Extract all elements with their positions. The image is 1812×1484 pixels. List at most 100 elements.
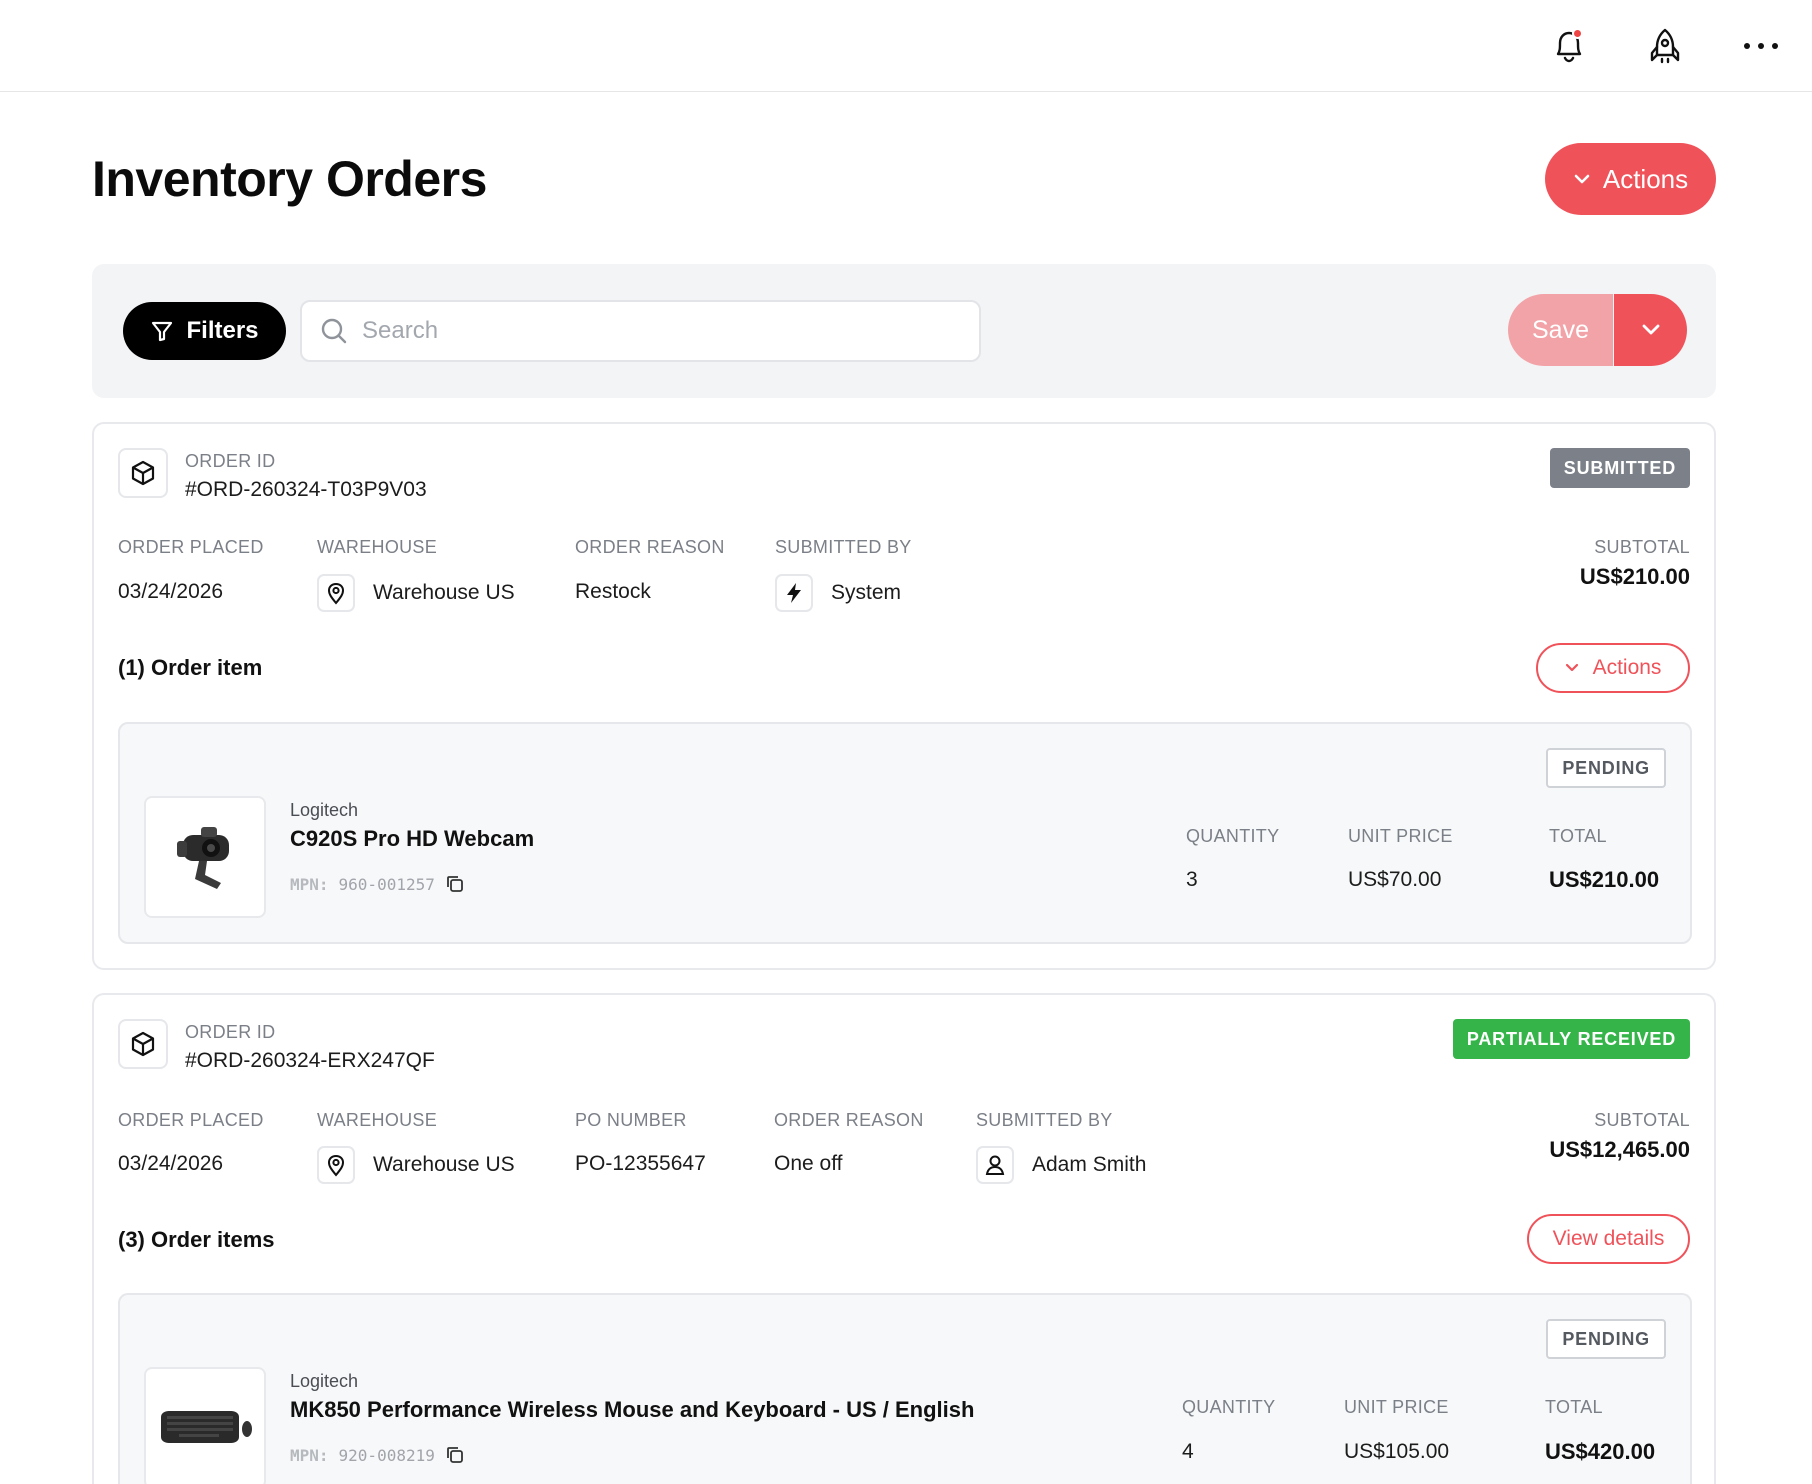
mpn-value: 960-001257: [338, 874, 435, 894]
package-icon: [131, 1031, 155, 1057]
order-reason-value: Restock: [575, 580, 651, 603]
filter-icon: [152, 321, 173, 342]
order-id: #ORD-260324-T03P9V03: [185, 478, 427, 501]
notifications-button[interactable]: [1545, 22, 1593, 70]
search-input[interactable]: [362, 317, 962, 345]
mpn-label: MPN:: [290, 1445, 329, 1465]
mpn-label: MPN:: [290, 874, 329, 894]
filters-button[interactable]: Filters: [123, 302, 286, 360]
copy-mpn-button[interactable]: [445, 1445, 465, 1465]
total-value: US$210.00: [1549, 867, 1660, 892]
warehouse-name: Warehouse US: [373, 581, 515, 604]
order-icon-frame: [118, 1019, 168, 1069]
order-item-actions-label: Actions: [1592, 656, 1662, 679]
page-title: Inventory Orders: [92, 151, 487, 207]
copy-mpn-button[interactable]: [445, 874, 465, 894]
warehouse-label: WAREHOUSE: [317, 537, 438, 557]
user-icon: [976, 1146, 1014, 1184]
save-options-button[interactable]: [1614, 294, 1687, 366]
quantity-label: QUANTITY: [1182, 1397, 1276, 1417]
warehouse-name: Warehouse US: [373, 1153, 515, 1176]
order-item: PENDING Logitech C920S Pro HD Webcam MPN…: [118, 722, 1692, 944]
copy-icon: [446, 876, 463, 892]
item-name: C920S Pro HD Webcam: [290, 826, 535, 851]
po-number-label: PO NUMBER: [575, 1110, 687, 1130]
submitted-by-value: System: [775, 574, 901, 612]
product-image: [144, 1367, 266, 1484]
actions-label: Actions: [1602, 163, 1689, 194]
toolbar: Filters Save: [92, 264, 1716, 398]
subtotal-value: US$210.00: [1579, 564, 1690, 589]
search-box: [300, 300, 981, 362]
status-badge: PARTIALLY RECEIVED: [1452, 1019, 1690, 1059]
submitter-name: Adam Smith: [1032, 1153, 1147, 1176]
location-pin-icon: [317, 1146, 355, 1184]
unit-price-label: UNIT PRICE: [1344, 1397, 1449, 1417]
total-label: TOTAL: [1545, 1397, 1603, 1417]
submitted-by-label: SUBMITTED BY: [775, 537, 912, 557]
quantity-label: QUANTITY: [1186, 826, 1280, 846]
order-items-heading: (3) Order items: [118, 1227, 275, 1252]
save-split-button: Save: [1508, 294, 1687, 366]
order-card: ORDER ID #ORD-260324-T03P9V03 SUBMITTED …: [92, 422, 1716, 970]
item-mpn: MPN: 960-001257: [290, 874, 465, 894]
po-number-value: PO-12355647: [575, 1152, 706, 1175]
unit-price-value: US$105.00: [1344, 1440, 1450, 1463]
unit-price-label: UNIT PRICE: [1348, 826, 1453, 846]
order-reason-label: ORDER REASON: [575, 537, 725, 557]
warehouse-value: Warehouse US: [317, 1146, 515, 1184]
order-item-actions-button[interactable]: Actions: [1536, 643, 1690, 693]
item-brand: Logitech: [290, 800, 359, 820]
actions-button[interactable]: Actions: [1545, 143, 1716, 215]
launch-button[interactable]: [1641, 22, 1689, 70]
product-image: [144, 796, 266, 918]
item-status-badge: PENDING: [1546, 1319, 1666, 1359]
copy-icon: [446, 1447, 463, 1463]
order-placed-label: ORDER PLACED: [118, 1110, 264, 1130]
order-reason-value: One off: [774, 1152, 843, 1175]
notification-dot: [1572, 28, 1583, 39]
top-bar: [0, 0, 1812, 92]
item-status-badge: PENDING: [1546, 748, 1666, 788]
chevron-down-icon: [1574, 174, 1590, 184]
order-id-label: ORDER ID: [185, 1022, 276, 1042]
quantity-value: 3: [1186, 868, 1198, 891]
order-placed-label: ORDER PLACED: [118, 537, 264, 557]
submitter-name: System: [831, 581, 902, 604]
subtotal-label: SUBTOTAL: [1594, 1110, 1690, 1130]
item-name: MK850 Performance Wireless Mouse and Key…: [290, 1397, 975, 1422]
order-reason-label: ORDER REASON: [774, 1110, 924, 1130]
more-options-button[interactable]: [1737, 22, 1785, 70]
location-pin-icon: [317, 574, 355, 612]
order-id: #ORD-260324-ERX247QF: [185, 1049, 435, 1072]
order-id-label: ORDER ID: [185, 451, 276, 471]
save-button[interactable]: Save: [1508, 294, 1613, 366]
mpn-value: 920-008219: [338, 1445, 435, 1465]
order-card: ORDER ID #ORD-260324-ERX247QF PARTIALLY …: [92, 993, 1716, 1484]
rocket-icon: [1650, 28, 1680, 64]
more-icon: [1744, 43, 1778, 49]
quantity-value: 4: [1182, 1440, 1194, 1463]
lightning-icon: [775, 574, 813, 612]
warehouse-value: Warehouse US: [317, 574, 515, 612]
webcam-image: [177, 827, 229, 889]
status-badge: SUBMITTED: [1549, 448, 1690, 488]
order-item: PENDING Logitech MK850 Performance Wirel…: [118, 1293, 1692, 1484]
view-details-button[interactable]: View details: [1527, 1214, 1690, 1264]
order-placed-value: 03/24/2026: [118, 580, 224, 603]
submitted-by-value: Adam Smith: [976, 1146, 1146, 1184]
keyboard-mouse-image: [161, 1411, 252, 1443]
total-label: TOTAL: [1549, 826, 1607, 846]
order-items-heading: (1) Order item: [118, 655, 263, 680]
search-icon: [321, 318, 347, 344]
submitted-by-label: SUBMITTED BY: [976, 1110, 1113, 1130]
subtotal-label: SUBTOTAL: [1594, 537, 1690, 557]
order-icon-frame: [118, 448, 168, 498]
item-brand: Logitech: [290, 1371, 359, 1391]
item-mpn: MPN: 920-008219: [290, 1445, 465, 1465]
order-placed-value: 03/24/2026: [118, 1152, 224, 1175]
chevron-down-icon: [1642, 324, 1659, 335]
chevron-down-icon: [1565, 663, 1578, 672]
filters-label: Filters: [186, 317, 259, 344]
subtotal-value: US$12,465.00: [1549, 1137, 1690, 1162]
